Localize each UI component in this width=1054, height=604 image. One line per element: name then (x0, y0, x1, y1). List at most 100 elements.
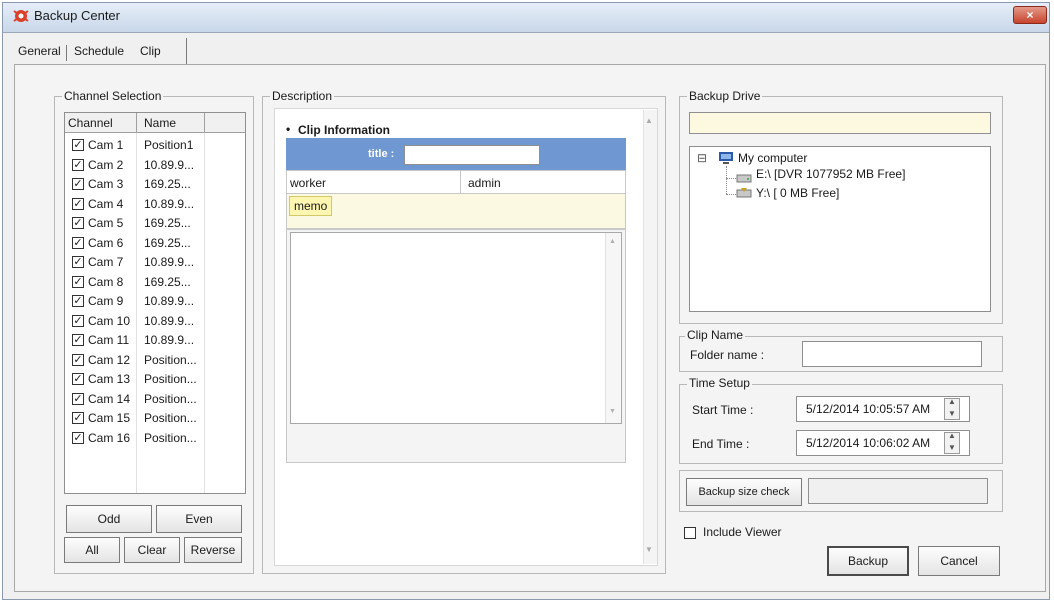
folder-name-input[interactable] (802, 341, 982, 367)
collapse-icon[interactable]: ⊟ (697, 151, 707, 165)
channel-cam-label: Cam 9 (88, 294, 124, 308)
even-button[interactable]: Even (156, 505, 242, 533)
reverse-button[interactable]: Reverse (184, 537, 242, 563)
tab-separator (66, 45, 67, 61)
channel-cam-label: Cam 4 (88, 196, 124, 211)
tab-clip[interactable]: Clip (136, 42, 165, 60)
memo-row (286, 193, 626, 229)
channel-row[interactable]: ✓ Cam 7 10.89.9... (68, 253, 248, 271)
cancel-button[interactable]: Cancel (918, 546, 1000, 576)
spin-up-icon[interactable]: ▲ (948, 397, 956, 406)
close-button[interactable]: × (1013, 6, 1047, 24)
scroll-up-arrow-icon[interactable]: ▲ (645, 116, 653, 125)
channel-checkbox[interactable]: ✓ (72, 334, 84, 346)
channel-name: 10.89.9... (144, 294, 195, 308)
backup-drive-legend: Backup Drive (687, 89, 763, 103)
scroll-down-arrow-icon[interactable]: ▼ (645, 545, 653, 554)
title-label: title : (368, 148, 395, 160)
channel-checkbox[interactable]: ✓ (72, 158, 84, 171)
channel-checkbox[interactable]: ✓ (72, 275, 84, 288)
memo-scroll-up-icon[interactable]: ▲ (609, 238, 616, 245)
memo-label: memo (289, 196, 333, 216)
channel-name: Position1 (144, 138, 194, 152)
channel-checkbox[interactable]: ✓ (72, 295, 84, 307)
backup-size-value (808, 478, 988, 504)
channel-row[interactable]: ✓ Cam 5 169.25... (68, 214, 248, 232)
channel-name: 10.89.9... (144, 255, 195, 269)
memo-scroll-down-icon[interactable]: ▼ (609, 408, 616, 415)
title-bar (3, 3, 1049, 33)
channel-checkbox[interactable]: ✓ (72, 431, 84, 444)
odd-button[interactable]: Odd (66, 505, 152, 533)
channel-row[interactable]: ✓ Cam 12 Position... (68, 351, 248, 369)
channel-row[interactable]: ✓ Cam 2 10.89.9... (68, 156, 248, 174)
memo-textarea[interactable] (290, 232, 622, 424)
channel-row[interactable]: ✓ Cam 15 Position... (68, 409, 248, 427)
tab-schedule[interactable]: Schedule (70, 42, 128, 60)
backup-drive-path-input[interactable] (689, 112, 991, 134)
channel-checkbox[interactable]: ✓ (72, 217, 84, 229)
clear-button[interactable]: Clear (124, 537, 180, 563)
worker-divider (460, 170, 461, 194)
channel-checkbox[interactable]: ✓ (72, 197, 84, 210)
channel-name: 169.25... (144, 235, 191, 250)
channel-checkbox[interactable]: ✓ (72, 412, 84, 424)
channel-row[interactable]: ✓ Cam 3 169.25... (68, 175, 248, 193)
channel-checkbox[interactable]: ✓ (72, 392, 84, 405)
channel-row[interactable]: ✓ Cam 9 10.89.9... (68, 292, 248, 310)
column-header-channel[interactable]: Channel (68, 116, 113, 130)
channel-row[interactable]: ✓ Cam 13 Position... (68, 370, 248, 388)
spin-down-icon[interactable]: ▼ (948, 443, 956, 452)
channel-name: Position... (144, 411, 197, 425)
start-time-label: Start Time : (692, 403, 754, 417)
channel-name: Position... (144, 391, 197, 406)
channel-checkbox[interactable]: ✓ (72, 353, 84, 366)
channel-name: 10.89.9... (144, 313, 195, 328)
channel-cam-label: Cam 8 (88, 274, 124, 289)
channel-row[interactable]: ✓ Cam 11 10.89.9... (68, 331, 248, 349)
channel-row[interactable]: ✓ Cam 10 10.89.9... (68, 312, 248, 330)
channel-row[interactable]: ✓ Cam 4 10.89.9... (68, 195, 248, 213)
spin-up-icon[interactable]: ▲ (948, 431, 956, 440)
end-time-value[interactable]: 5/12/2014 10:06:02 AM (806, 436, 930, 450)
channel-row[interactable]: ✓ Cam 14 Position... (68, 390, 248, 408)
channel-row[interactable]: ✓ Cam 1 Position1 (68, 136, 248, 154)
channel-checkbox[interactable]: ✓ (72, 178, 84, 190)
tab-general[interactable]: General (14, 42, 65, 60)
tab-separator (186, 38, 187, 64)
description-scrollbar[interactable] (643, 110, 657, 564)
memo-scrollbar[interactable] (605, 233, 621, 423)
tree-connector (726, 194, 736, 195)
include-viewer-checkbox[interactable] (684, 527, 696, 539)
start-time-value[interactable]: 5/12/2014 10:05:57 AM (806, 402, 930, 416)
drive-e[interactable]: E:\ [DVR 1077952 MB Free] (756, 167, 905, 181)
channel-cam-label: Cam 3 (88, 177, 124, 191)
column-header-name[interactable]: Name (144, 116, 176, 130)
spin-down-icon[interactable]: ▼ (948, 409, 956, 418)
clip-name-legend: Clip Name (685, 328, 746, 342)
drive-y[interactable]: Y:\ [ 0 MB Free] (756, 186, 839, 200)
channel-cam-label: Cam 16 (88, 430, 131, 445)
channel-row[interactable]: ✓ Cam 16 Position... (68, 429, 248, 447)
channel-checkbox[interactable]: ✓ (72, 256, 84, 268)
backup-button[interactable]: Backup (827, 546, 909, 576)
channel-row[interactable]: ✓ Cam 6 169.25... (68, 234, 248, 252)
channel-row[interactable]: ✓ Cam 8 169.25... (68, 273, 248, 291)
backup-size-check-button[interactable]: Backup size check (686, 478, 802, 506)
channel-name: 10.89.9... (144, 333, 195, 347)
clip-information-heading: Clip Information (298, 123, 390, 137)
tree-root-my-computer[interactable]: My computer (738, 151, 807, 165)
title-input[interactable] (404, 145, 540, 165)
channel-checkbox[interactable]: ✓ (72, 236, 84, 249)
include-viewer-label[interactable]: Include Viewer (703, 525, 782, 539)
select-all-button[interactable]: All (64, 537, 120, 563)
channel-name: Position... (144, 352, 197, 367)
channel-checkbox[interactable]: ✓ (72, 314, 84, 327)
clip-information-bullet: • (286, 122, 291, 136)
channel-cam-label: Cam 5 (88, 216, 124, 230)
channel-cam-label: Cam 1 (88, 138, 124, 152)
channel-checkbox[interactable]: ✓ (72, 373, 84, 385)
channel-checkbox[interactable]: ✓ (72, 139, 84, 151)
channel-name: 10.89.9... (144, 196, 195, 211)
worker-row (286, 170, 626, 194)
